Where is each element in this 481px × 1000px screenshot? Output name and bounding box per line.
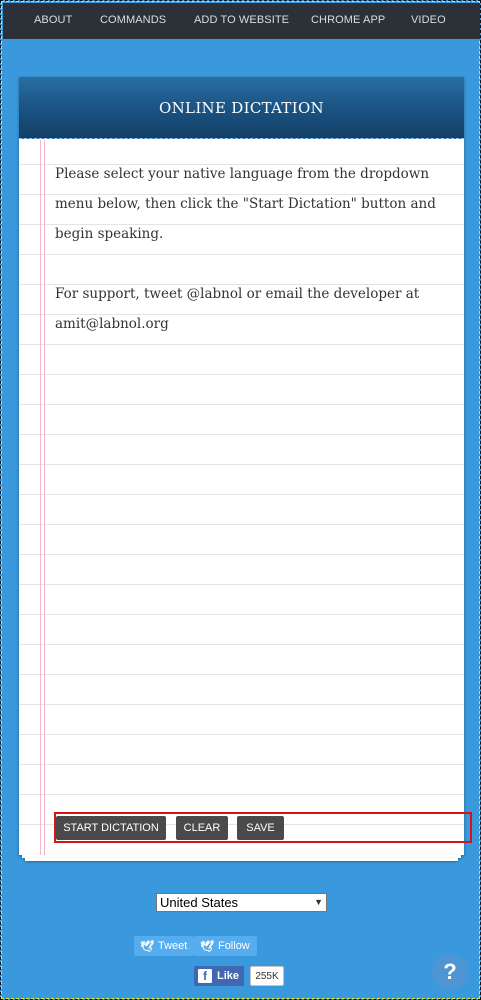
nav-commands-link[interactable]: COMMANDS xyxy=(100,14,166,26)
instruction-text: Please select your native language from … xyxy=(55,166,436,242)
page-title: ONLINE DICTATION xyxy=(159,99,324,117)
nav-chrome-app-link[interactable]: CHROME APP xyxy=(311,14,385,26)
tweet-button[interactable]: 🕊 Tweet xyxy=(134,936,195,956)
facebook-icon: f xyxy=(198,969,212,983)
support-mid: or email the xyxy=(242,286,334,302)
transcript-text[interactable]: Please select your native language from … xyxy=(55,159,455,369)
twitter-bird-icon: 🕊 xyxy=(140,940,154,953)
nav-add-to-website-link[interactable]: ADD TO WEBSITE xyxy=(194,14,289,26)
support-text: For support, tweet @labnol or email the … xyxy=(55,279,455,339)
follow-button[interactable]: 🕊 Follow xyxy=(194,936,257,956)
twitter-bird-icon: 🕊 xyxy=(200,940,214,953)
twitter-handle-link[interactable]: @labnol xyxy=(187,286,243,302)
nav-video-link[interactable]: VIDEO xyxy=(411,14,446,26)
developer-link[interactable]: developer xyxy=(334,286,402,302)
language-select[interactable]: United States ▼ xyxy=(156,893,327,912)
like-label: Like xyxy=(217,970,240,982)
button-bar-highlight xyxy=(54,812,472,843)
like-count-badge: 255K xyxy=(250,966,284,986)
paper-margin-line xyxy=(40,140,41,855)
question-mark-icon: ? xyxy=(443,959,457,984)
support-prefix: For support, tweet xyxy=(55,286,187,302)
help-button[interactable]: ? xyxy=(432,954,468,990)
follow-label: Follow xyxy=(217,940,250,952)
paper-stack-edge xyxy=(25,858,458,861)
facebook-like-button[interactable]: f Like xyxy=(194,966,244,986)
paper-margin-line xyxy=(44,140,45,855)
language-selected-value: United States xyxy=(160,895,239,910)
chevron-down-icon: ▼ xyxy=(314,897,323,907)
panel-header: ONLINE DICTATION xyxy=(19,77,464,139)
top-navigation: ABOUT COMMANDS ADD TO WEBSITE CHROME APP… xyxy=(3,3,480,39)
tweet-label: Tweet xyxy=(157,940,188,952)
nav-about-link[interactable]: ABOUT xyxy=(34,14,72,26)
